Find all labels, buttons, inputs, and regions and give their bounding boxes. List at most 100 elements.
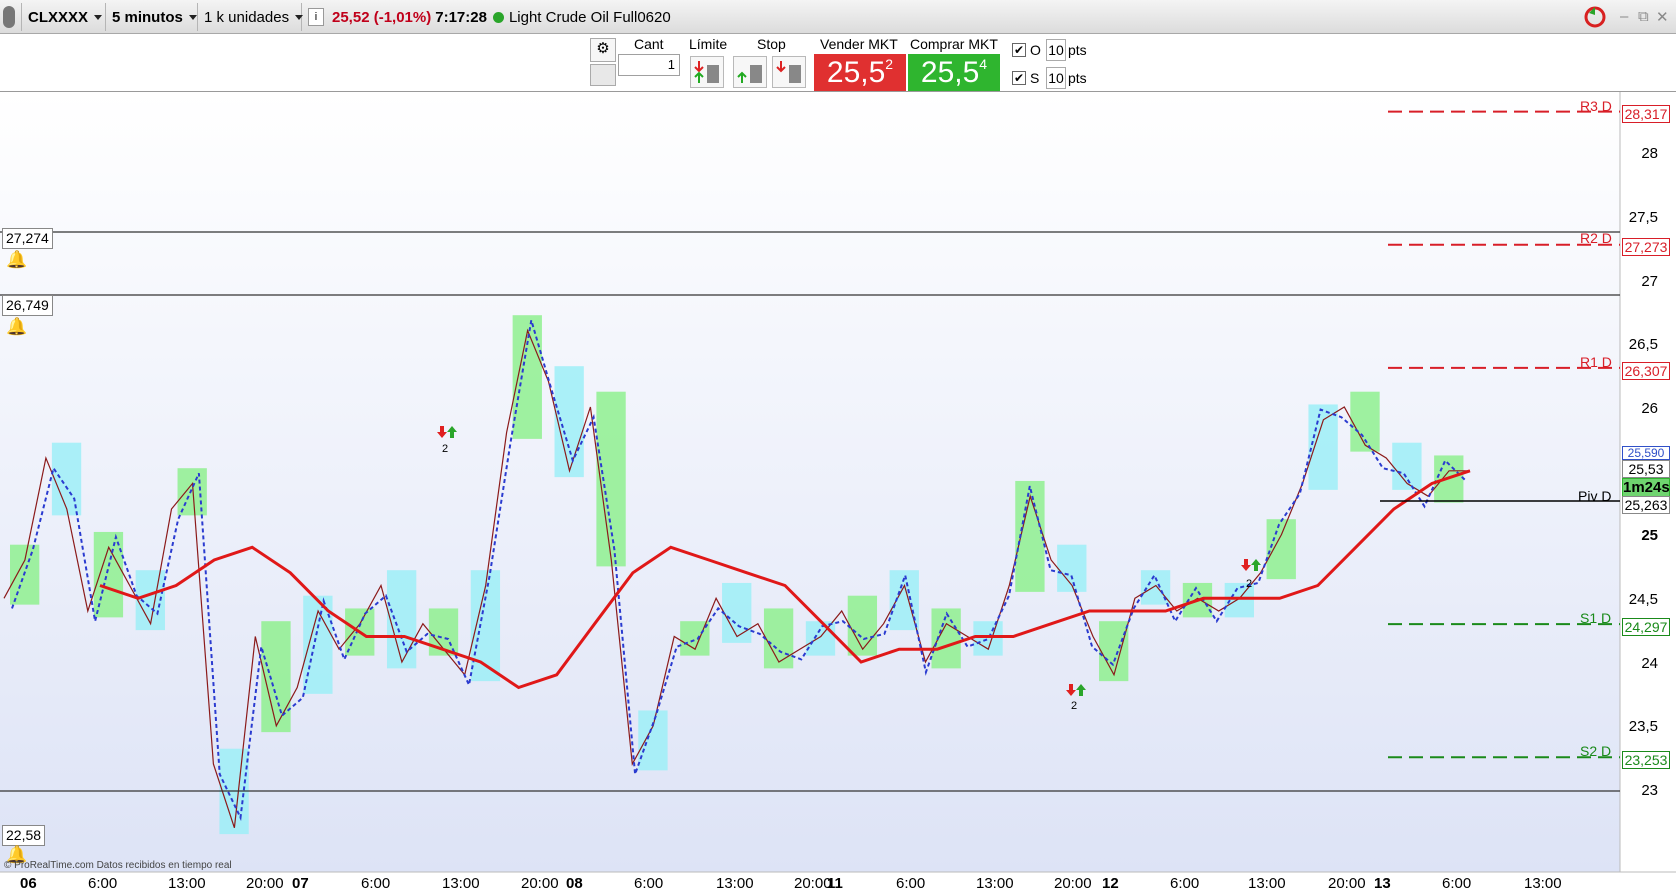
o-pts-label: pts bbox=[1068, 42, 1087, 58]
watermark: © ProRealTime.com Datos recibidos en tie… bbox=[4, 860, 232, 871]
limit-label: Límite bbox=[689, 36, 728, 52]
y-tick-label: 27 bbox=[1641, 273, 1658, 290]
sell-price-sup: 2 bbox=[885, 56, 894, 72]
s-pts-input[interactable]: 10 bbox=[1046, 67, 1066, 89]
level-name-pivot: Piv D bbox=[1578, 488, 1612, 504]
signal-label: 2 bbox=[1071, 700, 1078, 712]
level-name-r2: R2 D bbox=[1580, 230, 1612, 246]
x-time-label: 13:00 bbox=[716, 875, 754, 892]
chevron-down-icon bbox=[188, 14, 197, 20]
s-pts-label: pts bbox=[1068, 70, 1087, 86]
x-time-label: 13:00 bbox=[1524, 875, 1562, 892]
x-time-label: 13:00 bbox=[1248, 875, 1286, 892]
level-name-r1: R1 D bbox=[1580, 354, 1612, 370]
hline-label[interactable]: 26,749 bbox=[2, 295, 53, 316]
last-price-box: 25,53 bbox=[1622, 460, 1670, 478]
buy-price-sup: 4 bbox=[979, 56, 988, 72]
x-day-label: 13 bbox=[1374, 875, 1391, 892]
y-tick-label: 23 bbox=[1641, 782, 1658, 799]
chart-toolbar: CLXXXX 5 minutos 1 k unidades i 25,52 (-… bbox=[0, 0, 1676, 34]
o-checkbox[interactable]: ✔ bbox=[1012, 43, 1026, 57]
hline-label[interactable]: 22,58 bbox=[2, 825, 46, 846]
hline-label[interactable]: 27,274 bbox=[2, 228, 53, 249]
keyboard-icon[interactable] bbox=[590, 64, 616, 86]
quote-info: i 25,52 (-1,01%) 7:17:28 Light Crude Oil… bbox=[302, 3, 702, 31]
x-time-label: 20:00 bbox=[246, 875, 284, 892]
wrench-icon[interactable]: ⚙ bbox=[590, 38, 616, 62]
x-time-label: 13:00 bbox=[168, 875, 206, 892]
o-label: O bbox=[1030, 42, 1041, 58]
y-tick-label: 24,5 bbox=[1628, 591, 1658, 608]
sell-market-button[interactable]: 25,52 bbox=[814, 54, 906, 91]
x-day-label: 07 bbox=[292, 875, 309, 892]
level-value-r2: 27,273 bbox=[1622, 238, 1670, 256]
x-time-label: 13:00 bbox=[976, 875, 1014, 892]
level-value-s1: 24,297 bbox=[1622, 618, 1670, 636]
bell-icon[interactable]: 🔔 bbox=[6, 250, 27, 270]
cloud-patch bbox=[1099, 621, 1129, 682]
level-name-s2: S2 D bbox=[1580, 743, 1612, 759]
x-time-label: 6:00 bbox=[1442, 875, 1472, 892]
refresh-icon[interactable] bbox=[1580, 3, 1610, 31]
countdown-badge: 1m24s bbox=[1622, 478, 1670, 498]
level-name-s1: S1 D bbox=[1580, 610, 1612, 626]
s-checkbox[interactable]: ✔ bbox=[1012, 71, 1026, 85]
x-time-label: 20:00 bbox=[1054, 875, 1092, 892]
units-label: 1 k unidades bbox=[204, 8, 290, 26]
bell-icon[interactable]: 🔔 bbox=[6, 317, 27, 337]
instrument-name: Light Crude Oil Full0620 bbox=[508, 8, 671, 26]
y-tick-label: 26 bbox=[1641, 400, 1658, 417]
x-time-label: 20:00 bbox=[521, 875, 559, 892]
cloud-patch bbox=[973, 621, 1003, 656]
price-chart[interactable] bbox=[0, 92, 1676, 894]
sell-price: 25,5 bbox=[826, 56, 886, 89]
quote-time: 7:17:28 bbox=[435, 8, 487, 26]
buy-price: 25,5 bbox=[920, 56, 980, 89]
status-dot-icon bbox=[492, 11, 504, 23]
cloud-patch bbox=[1350, 391, 1380, 452]
hidden-price-box: 25,590 bbox=[1622, 446, 1670, 460]
x-day-label: 08 bbox=[566, 875, 583, 892]
x-time-label: 6:00 bbox=[88, 875, 118, 892]
info-icon[interactable]: i bbox=[308, 8, 324, 26]
cloud-patch bbox=[638, 710, 668, 771]
cloud-patch bbox=[1266, 519, 1296, 580]
symbol-selector[interactable]: CLXXXX bbox=[22, 3, 106, 31]
units-selector[interactable]: 1 k unidades bbox=[198, 3, 304, 31]
x-time-label: 20:00 bbox=[1328, 875, 1366, 892]
cloud-patch bbox=[763, 608, 794, 669]
buy-mkt-label: Comprar MKT bbox=[910, 36, 998, 52]
x-time-label: 6:00 bbox=[1170, 875, 1200, 892]
cloud-patch bbox=[261, 621, 291, 733]
quantity-input[interactable]: 1 bbox=[618, 54, 680, 76]
x-time-label: 6:00 bbox=[896, 875, 926, 892]
limit-order-button[interactable] bbox=[690, 56, 724, 88]
buy-market-button[interactable]: 25,54 bbox=[908, 54, 1000, 91]
level-value-r1: 26,307 bbox=[1622, 362, 1670, 380]
y-tick-label: 23,5 bbox=[1628, 718, 1658, 735]
stop-buy-button[interactable] bbox=[733, 56, 767, 88]
cloud-patch bbox=[722, 582, 752, 643]
signal-label: 2 bbox=[1246, 578, 1253, 590]
minimize-icon[interactable]: – bbox=[1620, 8, 1628, 25]
signal-label: 2 bbox=[442, 443, 449, 455]
price-change: 25,52 (-1,01%) bbox=[332, 8, 432, 26]
x-time-label: 6:00 bbox=[634, 875, 664, 892]
level-value-pivot: 25,263 bbox=[1622, 496, 1670, 514]
o-pts-input[interactable]: 10 bbox=[1046, 39, 1066, 61]
stop-label: Stop bbox=[757, 36, 786, 52]
x-time-label: 20:00 bbox=[794, 875, 832, 892]
stop-sell-button[interactable] bbox=[772, 56, 806, 88]
app-icon[interactable] bbox=[0, 3, 22, 31]
cloud-patch bbox=[805, 621, 836, 656]
close-icon[interactable]: ✕ bbox=[1656, 8, 1669, 26]
timeframe-selector[interactable]: 5 minutos bbox=[106, 3, 198, 31]
sell-mkt-label: Vender MKT bbox=[820, 36, 898, 52]
y-tick-label: 27,5 bbox=[1628, 209, 1658, 226]
timeframe-label: 5 minutos bbox=[112, 8, 183, 26]
level-value-s2: 23,253 bbox=[1622, 751, 1670, 769]
symbol-label: CLXXXX bbox=[28, 8, 89, 26]
restore-icon[interactable]: ⧉ bbox=[1638, 8, 1649, 25]
x-time-label: 6:00 bbox=[361, 875, 391, 892]
x-day-label: 12 bbox=[1102, 875, 1119, 892]
